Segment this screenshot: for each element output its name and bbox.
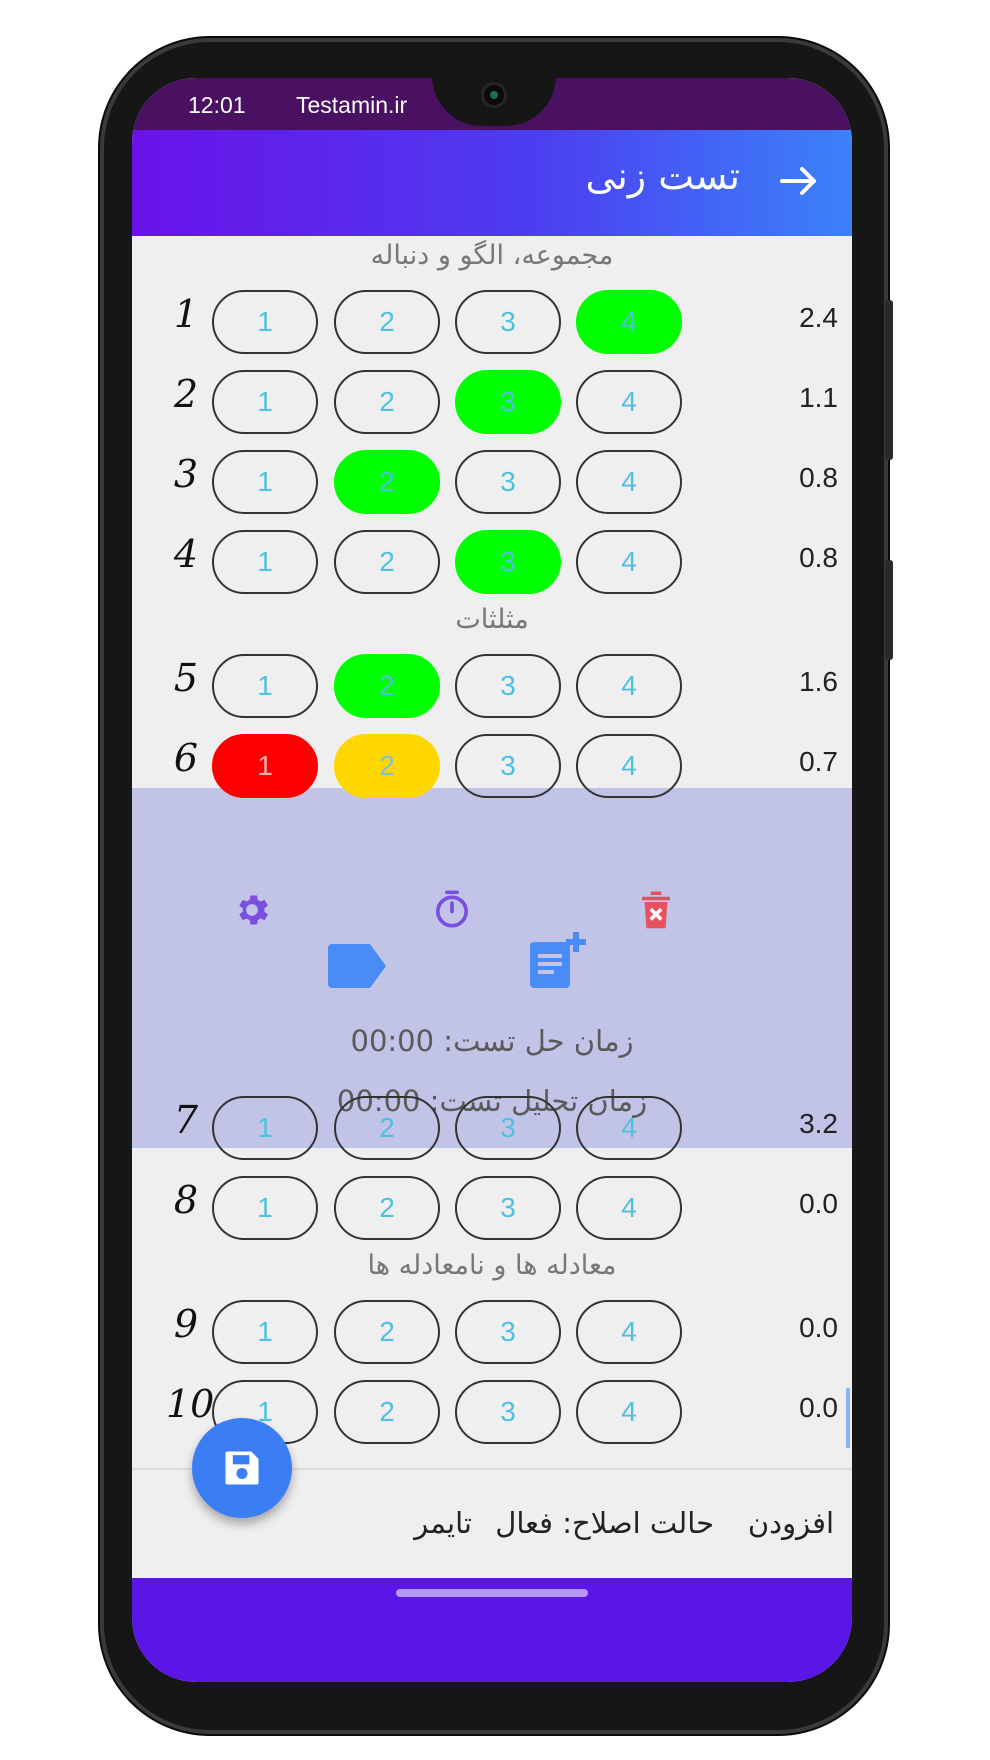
scrollbar[interactable] — [846, 1388, 850, 1448]
option-button-selected[interactable]: 3 — [455, 370, 561, 434]
question-row: 9 1 2 3 4 0.0 — [132, 1286, 852, 1376]
question-score: 1.6 — [799, 666, 838, 697]
option-button-answer[interactable]: 2 — [334, 734, 440, 798]
question-row: 8 1 2 3 4 0.0 — [132, 1162, 852, 1252]
question-number: 10 — [166, 1382, 215, 1426]
question-row: 1 1 2 3 4 2.4 — [132, 276, 852, 366]
section-title: مثلثات — [455, 604, 529, 635]
app-bar: تست زنی — [132, 130, 852, 236]
correction-mode-toggle[interactable]: حالت اصلاح: فعال — [495, 1506, 714, 1540]
timer-button[interactable]: تایمر — [414, 1506, 472, 1540]
question-row: 2 1 2 3 4 1.1 — [132, 356, 852, 446]
question-row: 4 1 2 3 4 0.8 — [132, 516, 852, 606]
question-score: 0.8 — [799, 462, 838, 493]
option-button[interactable]: 4 — [576, 654, 682, 718]
option-button[interactable]: 2 — [334, 1096, 440, 1160]
option-button[interactable]: 4 — [576, 1176, 682, 1240]
question-row: 5 1 2 3 4 1.6 — [132, 640, 852, 730]
question-score: 0.0 — [799, 1188, 838, 1219]
question-score: 2.4 — [799, 302, 838, 333]
option-button[interactable]: 1 — [212, 530, 318, 594]
gear-icon[interactable] — [232, 890, 272, 934]
question-number: 9 — [173, 1302, 199, 1346]
option-button[interactable]: 4 — [576, 530, 682, 594]
option-button[interactable]: 4 — [576, 450, 682, 514]
volume-button — [885, 300, 893, 460]
option-button[interactable]: 1 — [212, 450, 318, 514]
home-indicator[interactable] — [396, 1589, 588, 1597]
question-row: 7 1 2 3 4 3.2 — [132, 1082, 852, 1172]
note-add-icon[interactable] — [526, 930, 588, 996]
question-number: 1 — [173, 292, 199, 336]
option-button[interactable]: 2 — [334, 1380, 440, 1444]
option-button[interactable]: 1 — [212, 654, 318, 718]
trash-icon[interactable] — [638, 888, 674, 934]
option-button[interactable]: 1 — [212, 1176, 318, 1240]
option-button-selected[interactable]: 3 — [455, 530, 561, 594]
timer-icon[interactable] — [432, 888, 472, 934]
save-button[interactable] — [192, 1418, 292, 1518]
section-title: معادله ها و نامعادله ها — [367, 1250, 617, 1281]
option-button-selected[interactable]: 4 — [576, 290, 682, 354]
question-score: 1.1 — [799, 382, 838, 413]
question-number: 8 — [173, 1178, 199, 1222]
screen: 12:01 Testamin.ir تست زنی مجموعه، الگو و… — [132, 78, 852, 1682]
option-button[interactable]: 3 — [455, 290, 561, 354]
question-score: 0.7 — [799, 746, 838, 777]
option-button[interactable]: 4 — [576, 734, 682, 798]
question-score: 0.0 — [799, 1312, 838, 1343]
save-icon — [220, 1446, 264, 1494]
option-button[interactable]: 3 — [455, 654, 561, 718]
option-button[interactable]: 1 — [212, 370, 318, 434]
option-button[interactable]: 3 — [455, 1176, 561, 1240]
option-button-selected[interactable]: 2 — [334, 654, 440, 718]
question-number: 5 — [173, 656, 199, 700]
question-score: 3.2 — [799, 1108, 838, 1139]
option-button[interactable]: 4 — [576, 1380, 682, 1444]
section-title: مجموعه، الگو و دنباله — [370, 240, 614, 271]
option-button[interactable]: 3 — [455, 1096, 561, 1160]
option-button[interactable]: 2 — [334, 530, 440, 594]
status-time: 12:01 — [188, 92, 246, 118]
power-button — [885, 560, 893, 660]
question-score: 0.8 — [799, 542, 838, 573]
add-button[interactable]: افزودن — [748, 1506, 834, 1540]
option-button[interactable]: 4 — [576, 370, 682, 434]
option-button[interactable]: 2 — [334, 1300, 440, 1364]
option-button[interactable]: 3 — [455, 1380, 561, 1444]
status-site: Testamin.ir — [296, 92, 408, 118]
question-number: 6 — [173, 736, 199, 780]
option-button[interactable]: 3 — [455, 734, 561, 798]
solve-time: زمان حل تست: 00:00 — [350, 1024, 634, 1058]
option-button[interactable]: 2 — [334, 290, 440, 354]
question-number: 7 — [173, 1098, 199, 1142]
question-number: 2 — [173, 372, 199, 416]
question-row-expanded[interactable]: 6 1 2 3 4 0.7 — [132, 720, 852, 810]
option-button-wrong[interactable]: 1 — [212, 734, 318, 798]
option-button[interactable]: 1 — [212, 1096, 318, 1160]
question-number: 4 — [173, 532, 199, 576]
page-title: تست زنی — [585, 154, 740, 198]
option-button[interactable]: 4 — [576, 1300, 682, 1364]
option-button-selected[interactable]: 2 — [334, 450, 440, 514]
option-button[interactable]: 1 — [212, 290, 318, 354]
option-button[interactable]: 2 — [334, 1176, 440, 1240]
tag-icon[interactable] — [326, 942, 388, 994]
option-button[interactable]: 4 — [576, 1096, 682, 1160]
option-button[interactable]: 3 — [455, 1300, 561, 1364]
arrow-right-icon[interactable] — [774, 156, 824, 206]
camera-icon — [481, 82, 507, 108]
question-number: 3 — [173, 452, 199, 496]
option-button[interactable]: 3 — [455, 450, 561, 514]
question-row: 3 1 2 3 4 0.8 — [132, 436, 852, 526]
option-button[interactable]: 1 — [212, 1300, 318, 1364]
option-button[interactable]: 2 — [334, 370, 440, 434]
question-score: 0.0 — [799, 1392, 838, 1423]
